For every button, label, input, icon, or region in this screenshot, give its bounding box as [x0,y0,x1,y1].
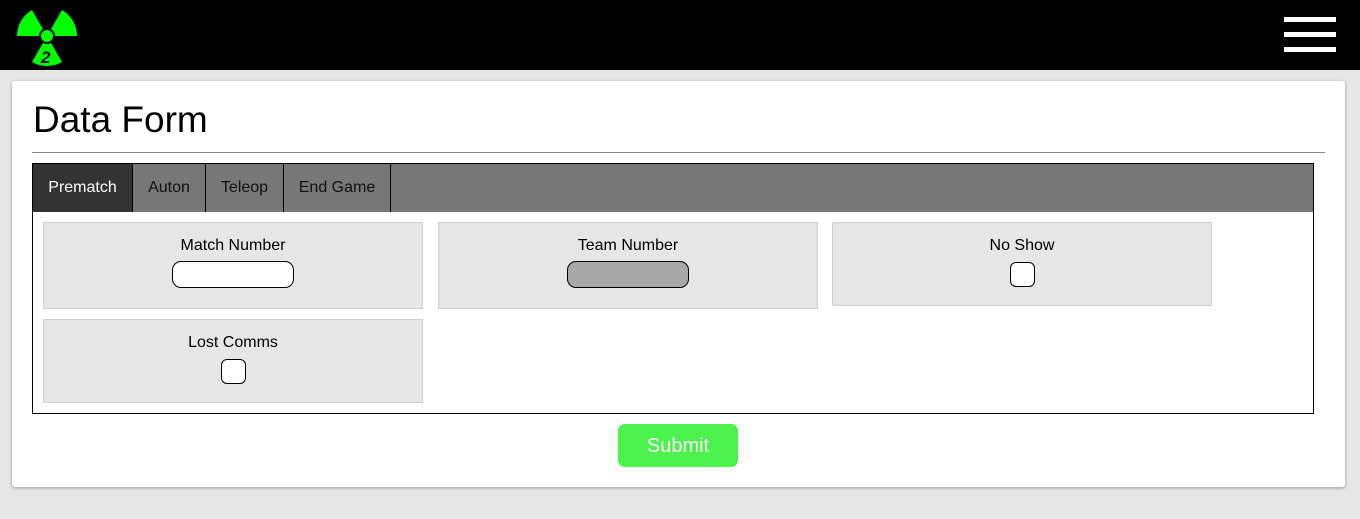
team-number-field: Team Number [438,222,818,309]
top-navbar: 6 2 4 [0,0,1360,70]
lost-comms-field: Lost Comms [43,319,423,403]
no-show-field: No Show [832,222,1212,306]
logo-digit-2: 2 [41,48,51,67]
team-number-label: Team Number [577,237,679,254]
menu-bar-middle [1284,32,1336,37]
tab-auton[interactable]: Auton [133,164,206,212]
menu-bar-bottom [1284,47,1336,52]
hamburger-menu-icon[interactable] [1282,14,1338,56]
team-logo[interactable]: 6 2 4 [12,4,82,70]
team-number-input[interactable] [567,261,689,288]
tab-teleop[interactable]: Teleop [206,164,284,212]
no-show-label: No Show [989,237,1055,254]
logo-digit-4: 4 [65,36,75,55]
form-tabset: Prematch Auton Teleop End Game Match Num… [32,163,1314,414]
no-show-checkbox[interactable] [1010,262,1035,287]
tab-bar: Prematch Auton Teleop End Game [33,164,1313,212]
match-number-field: Match Number [43,222,423,309]
tab-end-game[interactable]: End Game [284,164,391,212]
match-number-input[interactable] [172,261,294,288]
page-title: Data Form [33,99,208,140]
form-card: Data Form Prematch Auton Teleop End Game… [12,81,1345,487]
tab-prematch[interactable]: Prematch [33,164,133,212]
title-divider [32,152,1325,153]
logo-digit-6: 6 [19,36,29,55]
menu-bar-top [1284,17,1336,22]
lost-comms-label: Lost Comms [188,334,278,351]
match-number-label: Match Number [180,237,286,254]
lost-comms-checkbox[interactable] [221,359,246,384]
submit-button[interactable]: Submit [618,424,738,467]
